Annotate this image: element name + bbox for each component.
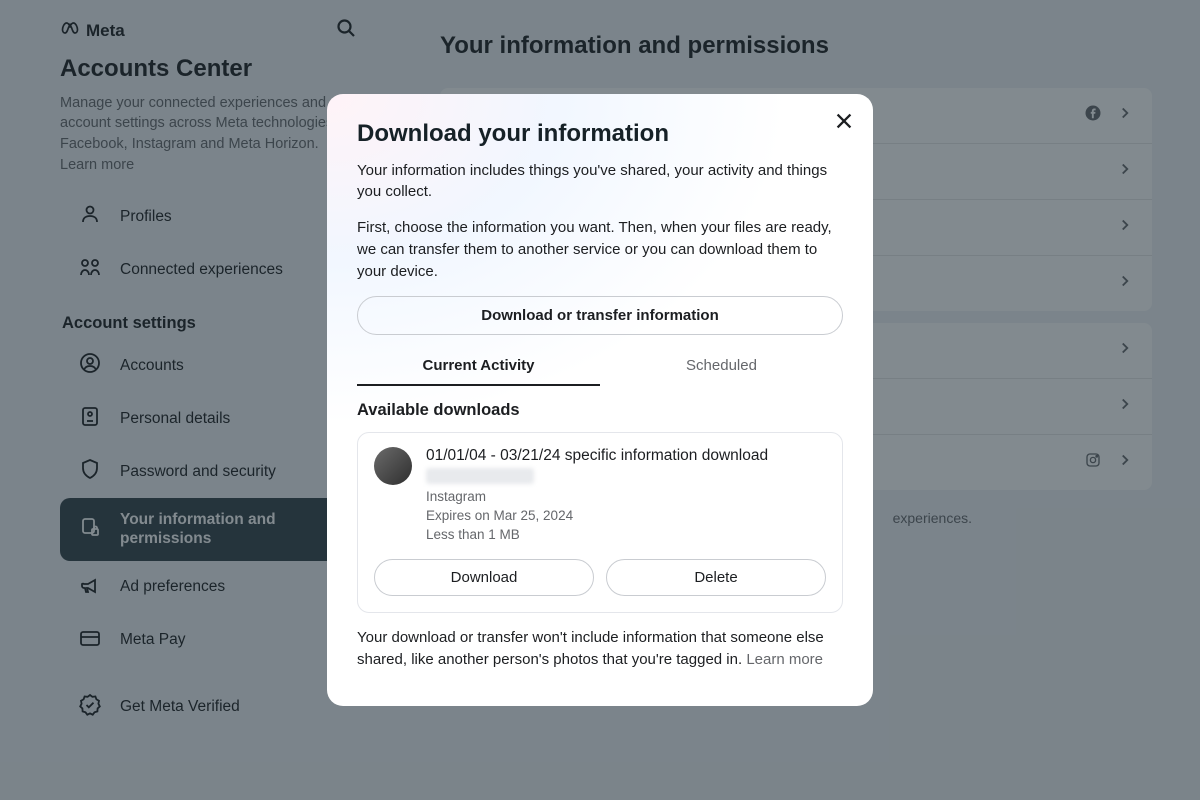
download-expires: Expires on Mar 25, 2024: [426, 507, 768, 526]
download-platform: Instagram: [426, 488, 768, 507]
download-info-modal: Download your information Your informati…: [327, 94, 873, 707]
avatar: [374, 447, 412, 485]
tab-scheduled[interactable]: Scheduled: [600, 347, 843, 386]
modal-description-1: Your information includes things you've …: [357, 160, 843, 204]
modal-description-2: First, choose the information you want. …: [357, 217, 843, 282]
download-size: Less than 1 MB: [426, 526, 768, 545]
download-item-card: 01/01/04 - 03/21/24 specific information…: [357, 432, 843, 613]
tab-current-activity[interactable]: Current Activity: [357, 347, 600, 386]
close-button[interactable]: [833, 110, 855, 137]
available-downloads-heading: Available downloads: [357, 401, 843, 420]
download-transfer-button[interactable]: Download or transfer information: [357, 296, 843, 335]
modal-title: Download your information: [357, 120, 843, 148]
modal-footer: Your download or transfer won't include …: [357, 627, 843, 671]
modal-tabs: Current Activity Scheduled: [357, 347, 843, 387]
download-title: 01/01/04 - 03/21/24 specific information…: [426, 447, 768, 465]
modal-learn-more-link[interactable]: Learn more: [746, 651, 823, 668]
delete-button[interactable]: Delete: [606, 559, 826, 596]
modal-overlay: Download your information Your informati…: [0, 0, 1200, 800]
download-button[interactable]: Download: [374, 559, 594, 596]
download-username-redacted: [426, 468, 534, 484]
